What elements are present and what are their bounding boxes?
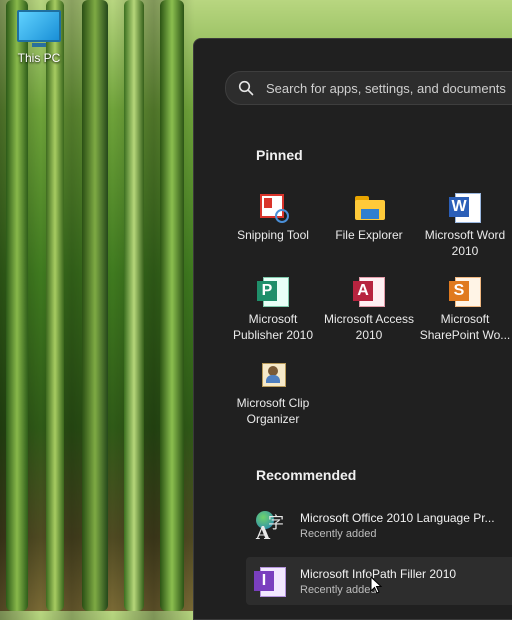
search-input[interactable] xyxy=(264,79,512,97)
pinned-heading: Pinned xyxy=(256,147,303,163)
wallpaper-bamboo-stalk xyxy=(160,0,184,611)
clip-organizer-icon xyxy=(257,359,289,391)
pinned-app-access[interactable]: A Microsoft Access 2010 xyxy=(321,275,417,343)
infopath-icon: I xyxy=(254,565,286,597)
start-menu: Pinned Snipping Tool File Explorer W Mic… xyxy=(193,38,512,620)
wallpaper-bamboo-stalk xyxy=(6,0,28,611)
mouse-cursor-icon xyxy=(370,576,383,594)
monitor-icon xyxy=(17,10,61,42)
scissors-icon xyxy=(257,191,289,223)
search-icon xyxy=(238,80,254,96)
desktop-icon-this-pc[interactable]: This PC xyxy=(14,10,64,65)
wallpaper-bamboo-stalk xyxy=(82,0,108,611)
pinned-app-clip-organizer[interactable]: Microsoft Clip Organizer xyxy=(225,359,321,427)
folder-icon xyxy=(353,191,385,223)
word-icon: W xyxy=(449,191,481,223)
pinned-app-word[interactable]: W Microsoft Word 2010 xyxy=(417,191,512,259)
publisher-icon: P xyxy=(257,275,289,307)
recommended-heading: Recommended xyxy=(256,467,357,483)
pinned-app-sharepoint-workspace[interactable]: S Microsoft SharePoint Wo... xyxy=(417,275,512,343)
wallpaper-bamboo-stalk xyxy=(124,0,144,611)
sharepoint-icon: S xyxy=(449,275,481,307)
pinned-app-publisher[interactable]: P Microsoft Publisher 2010 xyxy=(225,275,321,343)
desktop-icon-label: This PC xyxy=(17,51,61,65)
search-box[interactable] xyxy=(225,71,512,105)
pinned-app-snipping-tool[interactable]: Snipping Tool xyxy=(225,191,321,243)
recommended-item-language-pack[interactable]: 字 A Microsoft Office 2010 Language Pr...… xyxy=(246,501,512,549)
pinned-app-file-explorer[interactable]: File Explorer xyxy=(321,191,417,243)
language-icon: 字 A xyxy=(256,511,285,544)
access-icon: A xyxy=(353,275,385,307)
wallpaper-bamboo-stalk xyxy=(46,0,64,611)
